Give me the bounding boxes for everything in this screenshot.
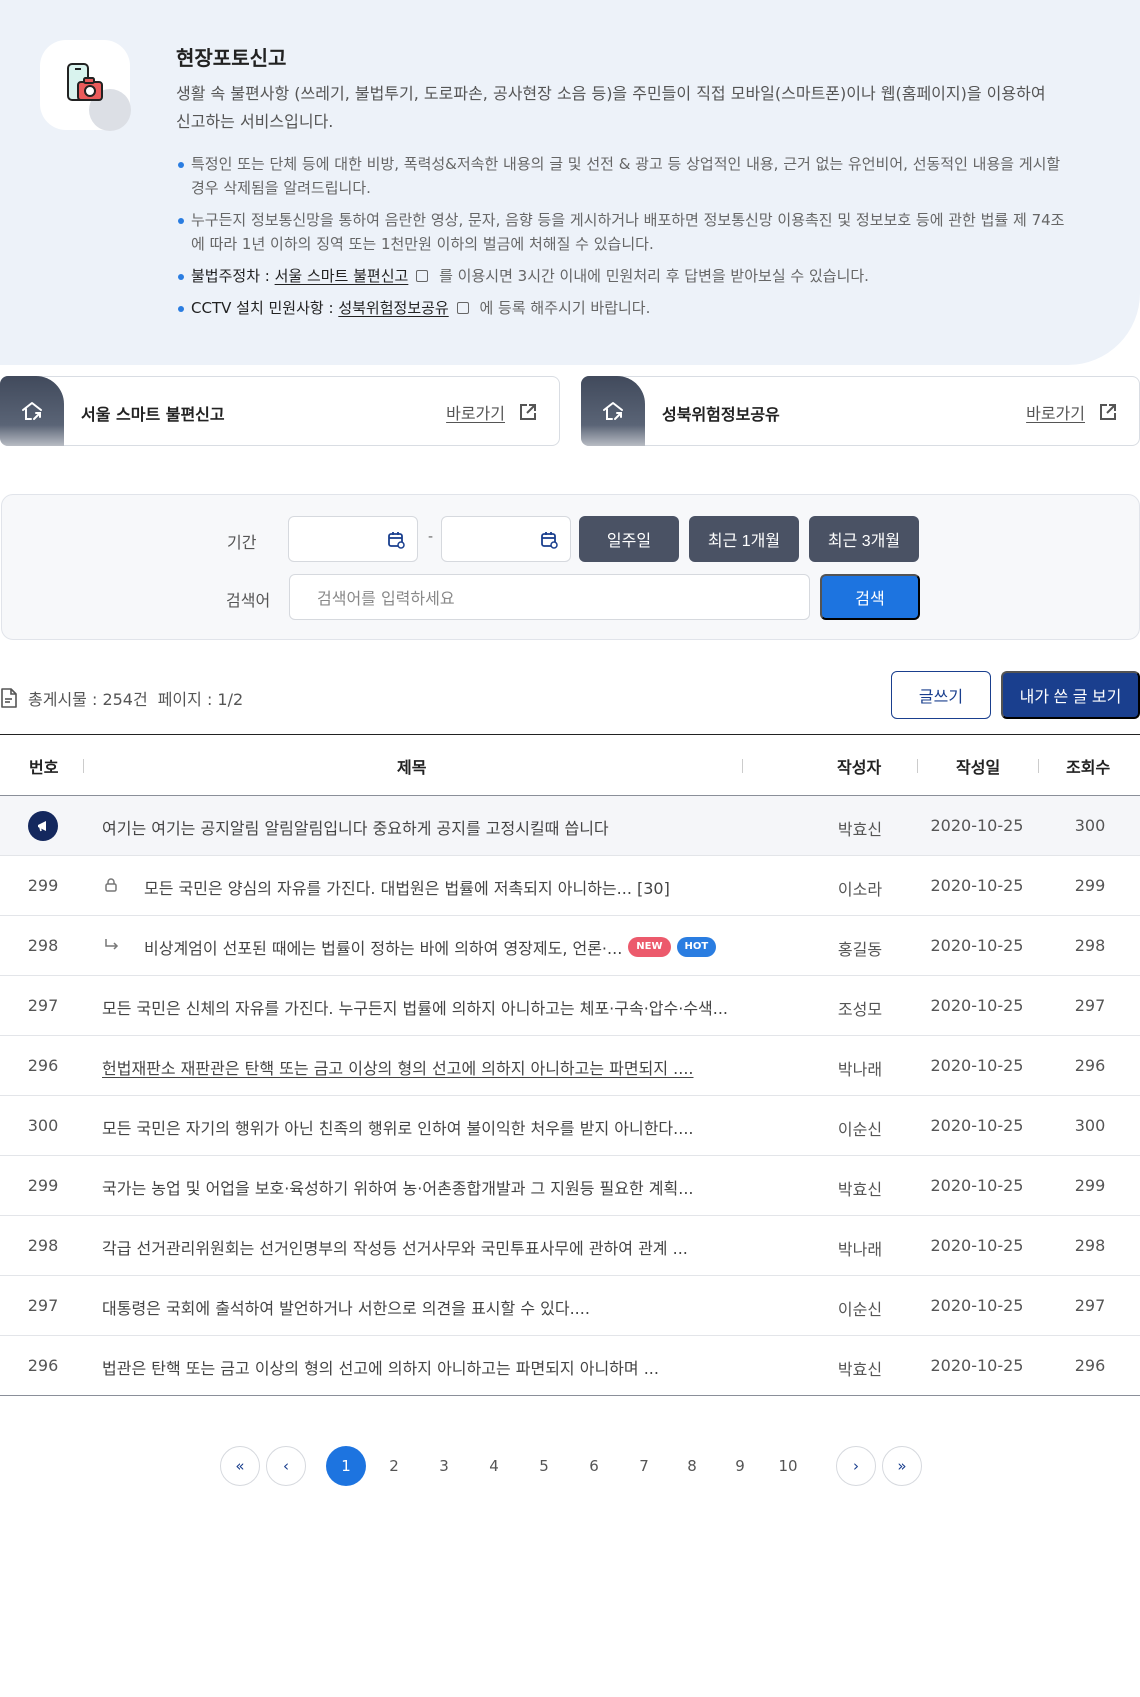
page-button-1[interactable]: 1 bbox=[326, 1446, 366, 1486]
post-title[interactable]: 헌법재판소 재판관은 탄핵 또는 금고 이상의 형의 선고에 의하지 아니하고는… bbox=[102, 1055, 762, 1079]
one-week-button[interactable]: 일주일 bbox=[579, 516, 679, 562]
post-title[interactable]: 비상계엄이 선포된 때에는 법률이 정하는 바에 의하여 영장제도, 언론·..… bbox=[144, 935, 622, 959]
post-title[interactable]: 모든 국민은 자기의 행위가 아닌 친족의 행위로 인하여 불이익한 처우를 받… bbox=[102, 1115, 762, 1139]
page-title: 현장포토신고 bbox=[176, 46, 287, 70]
document-icon bbox=[1, 688, 17, 708]
col-views: 조회수 bbox=[1066, 758, 1111, 777]
page-button-8[interactable]: 8 bbox=[672, 1446, 712, 1486]
page-button-3[interactable]: 3 bbox=[424, 1446, 464, 1486]
notice-item-cctv: CCTV 설치 민원사항 : 성북위험정보공유 에 등록 해주시기 바랍니다. bbox=[176, 296, 1076, 320]
col-date: 작성일 bbox=[956, 758, 1001, 777]
start-date-input[interactable] bbox=[288, 516, 418, 562]
calendar-icon[interactable] bbox=[540, 531, 558, 549]
megaphone-icon bbox=[28, 811, 58, 841]
my-posts-button[interactable]: 내가 쓴 글 보기 bbox=[1001, 671, 1140, 719]
table-row[interactable]: 298 비상계엄이 선포된 때에는 법률이 정하는 바에 의하여 영장제도, 언… bbox=[0, 916, 1140, 976]
post-title[interactable]: 여기는 여기는 공지알림 알림알림입니다 중요하게 공지를 고정시킬때 씁니다 bbox=[102, 815, 762, 839]
seoul-smart-link[interactable]: 서울 스마트 불편신고 bbox=[275, 267, 409, 285]
page-button-10[interactable]: 10 bbox=[768, 1446, 808, 1486]
post-title[interactable]: 국가는 농업 및 어업을 보호·육성하기 위하여 농·어촌종합개발과 그 지원등… bbox=[102, 1175, 762, 1199]
notice-item: 누구든지 정보통신망을 통하여 음란한 영상, 문자, 음향 등을 게시하거나 … bbox=[176, 208, 1076, 256]
last-page-button[interactable]: » bbox=[882, 1446, 922, 1486]
post-table: 번호 제목 작성자 작성일 조회수 여기는 여기는 공지알림 알림알림입니다 중… bbox=[0, 734, 1140, 1396]
reply-arrow-icon bbox=[104, 938, 126, 956]
first-page-button[interactable]: « bbox=[220, 1446, 260, 1486]
external-link-icon bbox=[456, 302, 469, 314]
notice-item: 특정인 또는 단체 등에 대한 비방, 폭력성&저속한 내용의 글 및 선전 &… bbox=[176, 152, 1076, 200]
link-card-seoul-smart: 서울 스마트 불편신고 바로가기 bbox=[0, 376, 560, 446]
external-link-icon bbox=[1100, 404, 1116, 420]
page-button-4[interactable]: 4 bbox=[474, 1446, 514, 1486]
col-no: 번호 bbox=[29, 758, 59, 777]
calendar-icon[interactable] bbox=[387, 531, 405, 549]
table-row[interactable]: 297 모든 국민은 신체의 자유를 가진다. 누구든지 법률에 의하지 아니하… bbox=[0, 976, 1140, 1036]
home-link-icon bbox=[603, 402, 623, 420]
page-indicator: 페이지 : 1/2 bbox=[157, 690, 244, 709]
intro-description: 생활 속 불편사항 (쓰레기, 불법투기, 도로파손, 공사현장 소음 등)을 … bbox=[176, 84, 1046, 131]
intro-panel: 현장포토신고 생활 속 불편사항 (쓰레기, 불법투기, 도로파손, 공사현장 … bbox=[0, 0, 1140, 365]
notice-row[interactable]: 여기는 여기는 공지알림 알림알림입니다 중요하게 공지를 고정시킬때 씁니다 … bbox=[0, 796, 1140, 856]
notice-list: 특정인 또는 단체 등에 대한 비방, 폭력성&저속한 내용의 글 및 선전 &… bbox=[176, 152, 1076, 328]
external-link-icon bbox=[520, 404, 536, 420]
three-month-button[interactable]: 최근 3개월 bbox=[809, 516, 919, 562]
card-title: 서울 스마트 불편신고 bbox=[81, 405, 225, 424]
post-title[interactable]: 모든 국민은 양심의 자유를 가진다. 대법원은 법률에 저촉되지 아니하는..… bbox=[144, 875, 670, 899]
photo-report-icon bbox=[40, 40, 131, 131]
one-month-button[interactable]: 최근 1개월 bbox=[689, 516, 799, 562]
card-title: 성북위험정보공유 bbox=[662, 405, 780, 424]
page-button-7[interactable]: 7 bbox=[624, 1446, 664, 1486]
period-label: 기간 bbox=[227, 533, 257, 552]
keyword-label: 검색어 bbox=[226, 591, 271, 610]
page-button-9[interactable]: 9 bbox=[720, 1446, 760, 1486]
link-card-seongbuk-risk: 성북위험정보공유 바로가기 bbox=[581, 376, 1140, 446]
search-button[interactable]: 검색 bbox=[820, 574, 920, 620]
external-link-icon bbox=[416, 270, 429, 282]
notice-item-parking: 불법주정차 : 서울 스마트 불편신고 를 이용시면 3시간 이내에 민원처리 … bbox=[176, 264, 1076, 288]
end-date-input[interactable] bbox=[441, 516, 571, 562]
write-button[interactable]: 글쓰기 bbox=[891, 671, 991, 719]
table-header: 번호 제목 작성자 작성일 조회수 bbox=[0, 734, 1140, 796]
table-row[interactable]: 300 모든 국민은 자기의 행위가 아닌 친족의 행위로 인하여 불이익한 처… bbox=[0, 1096, 1140, 1156]
post-title[interactable]: 법관은 탄핵 또는 금고 이상의 형의 선고에 의하지 아니하고는 파면되지 아… bbox=[102, 1355, 762, 1379]
table-row[interactable]: 296 법관은 탄핵 또는 금고 이상의 형의 선고에 의하지 아니하고는 파면… bbox=[0, 1336, 1140, 1396]
col-title: 제목 bbox=[397, 758, 427, 777]
table-row[interactable]: 299 모든 국민은 양심의 자유를 가진다. 대법원은 법률에 저촉되지 아니… bbox=[0, 856, 1140, 916]
prev-page-button[interactable]: ‹ bbox=[266, 1446, 306, 1486]
pagination: « ‹ 1 2 3 4 5 6 7 8 9 10 › » bbox=[220, 1446, 922, 1486]
seongbuk-risk-link[interactable]: 성북위험정보공유 bbox=[338, 299, 448, 317]
search-panel: 기간 - 일주일 최근 1개월 최근 3개월 검색어 검색어를 입력하세요 검색 bbox=[1, 494, 1140, 640]
table-row[interactable]: 296 헌법재판소 재판관은 탄핵 또는 금고 이상의 형의 선고에 의하지 아… bbox=[0, 1036, 1140, 1096]
page-button-2[interactable]: 2 bbox=[374, 1446, 414, 1486]
table-row[interactable]: 298 각급 선거관리위원회는 선거인명부의 작성등 선거사무와 국민투표사무에… bbox=[0, 1216, 1140, 1276]
search-input[interactable]: 검색어를 입력하세요 bbox=[289, 574, 810, 620]
go-link-button[interactable]: 바로가기 bbox=[1026, 400, 1117, 424]
lock-icon bbox=[104, 877, 126, 897]
hot-badge: HOT bbox=[676, 937, 717, 957]
phone-camera-icon bbox=[67, 63, 103, 101]
post-title[interactable]: 모든 국민은 신체의 자유를 가진다. 누구든지 법률에 의하지 아니하고는 체… bbox=[102, 995, 762, 1019]
page-button-5[interactable]: 5 bbox=[524, 1446, 564, 1486]
post-title[interactable]: 각급 선거관리위원회는 선거인명부의 작성등 선거사무와 국민투표사무에 관하여… bbox=[102, 1235, 762, 1259]
home-link-icon bbox=[22, 402, 42, 420]
new-badge: NEW bbox=[628, 937, 671, 957]
post-count: 총게시물 : 254건 페이지 : 1/2 bbox=[0, 686, 243, 710]
total-count: 총게시물 : 254건 bbox=[28, 690, 148, 709]
page-button-6[interactable]: 6 bbox=[574, 1446, 614, 1486]
post-title[interactable]: 대통령은 국회에 출석하여 발언하거나 서한으로 의견을 표시할 수 있다...… bbox=[102, 1295, 762, 1319]
table-row[interactable]: 299 국가는 농업 및 어업을 보호·육성하기 위하여 농·어촌종합개발과 그… bbox=[0, 1156, 1140, 1216]
next-page-button[interactable]: › bbox=[836, 1446, 876, 1486]
col-author: 작성자 bbox=[837, 758, 882, 777]
table-row[interactable]: 297 대통령은 국회에 출석하여 발언하거나 서한으로 의견을 표시할 수 있… bbox=[0, 1276, 1140, 1336]
go-link-button[interactable]: 바로가기 bbox=[446, 400, 537, 424]
